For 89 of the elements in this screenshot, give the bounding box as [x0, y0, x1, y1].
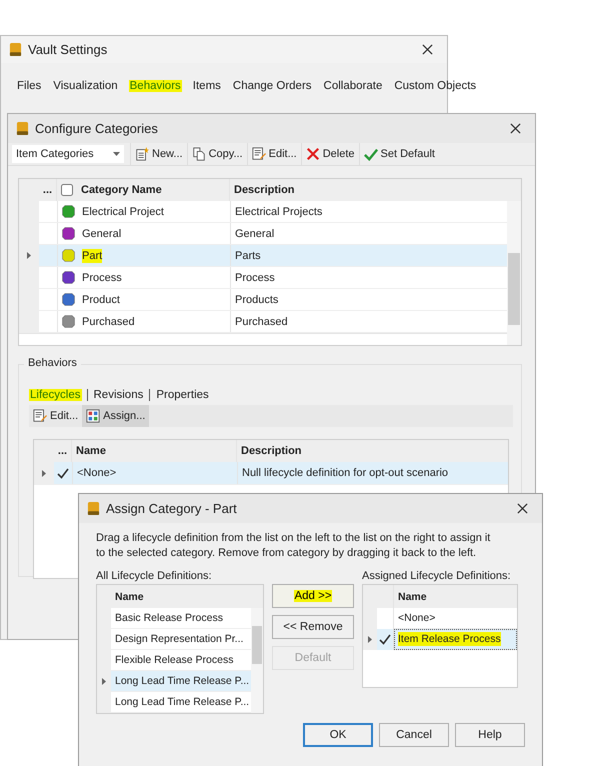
table-row[interactable]: Electrical Project Electrical Projects: [19, 201, 507, 223]
lifecycle-name-cell[interactable]: Basic Release Process: [115, 611, 223, 625]
toolbar-button[interactable]: Set Default: [358, 143, 439, 165]
settings-tab[interactable]: Change Orders: [232, 80, 313, 92]
row-pointer-icon: [27, 252, 31, 259]
category-name-cell: Process: [82, 270, 122, 284]
row-pointer-icon: [368, 636, 372, 643]
row-pointer-icon: [42, 470, 46, 476]
row-header[interactable]: [34, 462, 54, 484]
caret-icon: [113, 152, 120, 156]
toolbar-button[interactable]: Copy...: [186, 143, 247, 165]
list-label: Assigned Lifecycle Definitions:: [362, 569, 512, 584]
app-icon: [87, 501, 100, 516]
settings-tab[interactable]: Items: [192, 80, 222, 92]
category-name-cell: Product: [82, 292, 120, 306]
close-icon[interactable]: [517, 503, 528, 514]
window-title: Configure Categories: [35, 121, 159, 136]
lifecycle-name-cell[interactable]: <None>: [398, 611, 436, 625]
app-icon: [9, 42, 22, 57]
description-cell: Process: [235, 270, 275, 284]
table-row[interactable]: Design Representation Pr...: [97, 629, 251, 650]
table-row[interactable]: Process Process: [19, 267, 507, 289]
table-row[interactable]: Item Release Process: [363, 629, 517, 650]
window-title: Vault Settings: [28, 42, 108, 57]
settings-tab[interactable]: Custom Objects: [393, 80, 478, 92]
description-cell: Null lifecycle definition for opt-out scenario: [242, 466, 448, 480]
column-header[interactable]: Name: [111, 585, 249, 608]
description-cell: Parts: [235, 248, 261, 262]
assign-icon: [86, 409, 100, 423]
column-header[interactable]: Description: [230, 179, 521, 201]
list-label: All Lifecycle Definitions:: [96, 569, 213, 584]
edit-icon: [33, 409, 47, 423]
table-row[interactable]: Long Lead Time Release P...: [97, 692, 251, 713]
settings-tab[interactable]: Collaborate: [322, 80, 384, 92]
settings-tab[interactable]: Visualization: [52, 80, 119, 92]
settings-tab[interactable]: Behaviors: [128, 80, 182, 92]
table-row[interactable]: Purchased Purchased: [19, 311, 507, 333]
lifecycle-name-cell[interactable]: Item Release Process: [398, 632, 501, 646]
checkmark-icon: [364, 147, 378, 161]
toolbar-button[interactable]: Edit...: [246, 143, 301, 165]
behavior-tab[interactable]: Properties: [155, 389, 210, 401]
lifecycle-name-cell[interactable]: Long Lead Time Release P...: [115, 695, 250, 709]
delete-icon: [306, 147, 320, 161]
category-type-dropdown[interactable]: Item Categories: [12, 145, 124, 163]
lifecycle-name-cell: <None>: [77, 466, 116, 480]
row-pointer-icon: [102, 678, 106, 685]
lifecycle-name-cell[interactable]: Flexible Release Process: [115, 653, 234, 667]
dialog-button[interactable]: OK: [303, 723, 373, 747]
edit-icon: [252, 147, 266, 161]
toolbar-button[interactable]: Delete: [300, 143, 359, 165]
dialog-button[interactable]: Help: [455, 723, 525, 747]
category-name-cell: Electrical Project: [82, 204, 164, 218]
close-icon[interactable]: [510, 123, 521, 134]
lifecycle-name-cell[interactable]: Long Lead Time Release P...: [115, 674, 250, 688]
checkbox[interactable]: [61, 184, 73, 196]
group-label: Behaviors: [24, 357, 81, 369]
scrollbar[interactable]: [507, 201, 521, 345]
column-header[interactable]: Name: [394, 585, 517, 608]
behavior-tab[interactable]: Lifecycles: [29, 389, 82, 401]
column-header[interactable]: Description: [237, 440, 508, 462]
description-cell: Purchased: [235, 314, 288, 328]
table-row[interactable]: Basic Release Process: [97, 608, 251, 629]
lifecycle-name-cell[interactable]: Design Representation Pr...: [115, 632, 244, 646]
scrollbar[interactable]: [251, 608, 263, 713]
column-header[interactable]: Category Name: [77, 179, 230, 201]
dialog-button[interactable]: Cancel: [379, 723, 449, 747]
close-icon[interactable]: [422, 44, 433, 55]
copy-icon: [192, 147, 206, 161]
description-cell: Products: [235, 292, 278, 306]
table-row[interactable]: Product Products: [19, 289, 507, 311]
table-row[interactable]: <None> Null lifecycle definition for opt-out scenario: [34, 462, 508, 485]
toolbar-button[interactable]: Assign...: [82, 405, 150, 427]
settings-tab[interactable]: Files: [16, 80, 42, 92]
description-cell: General: [235, 226, 274, 240]
row-header[interactable]: [363, 629, 377, 650]
toolbar-button[interactable]: Edit...: [29, 405, 82, 427]
app-icon: [16, 121, 29, 136]
category-name-cell: General: [82, 226, 122, 240]
new-document-icon: [135, 147, 149, 161]
toolbar-button[interactable]: New...: [130, 143, 187, 165]
description-cell: Electrical Projects: [235, 204, 322, 218]
table-row[interactable]: Long Lead Time Release P...: [97, 671, 251, 692]
column-header[interactable]: ...: [39, 179, 57, 201]
dialog-button[interactable]: << Remove: [272, 615, 354, 639]
category-name-cell: Purchased: [82, 314, 135, 328]
window-title: Assign Category - Part: [106, 501, 238, 516]
dialog-button[interactable]: Add >>: [272, 584, 354, 608]
instructions-text: Drag a lifecycle definition from the list on the left to the list on the right to assign it to the selected category. Remove from category by dragging it back to the left.: [96, 531, 492, 561]
behavior-tab[interactable]: Revisions: [92, 389, 144, 401]
